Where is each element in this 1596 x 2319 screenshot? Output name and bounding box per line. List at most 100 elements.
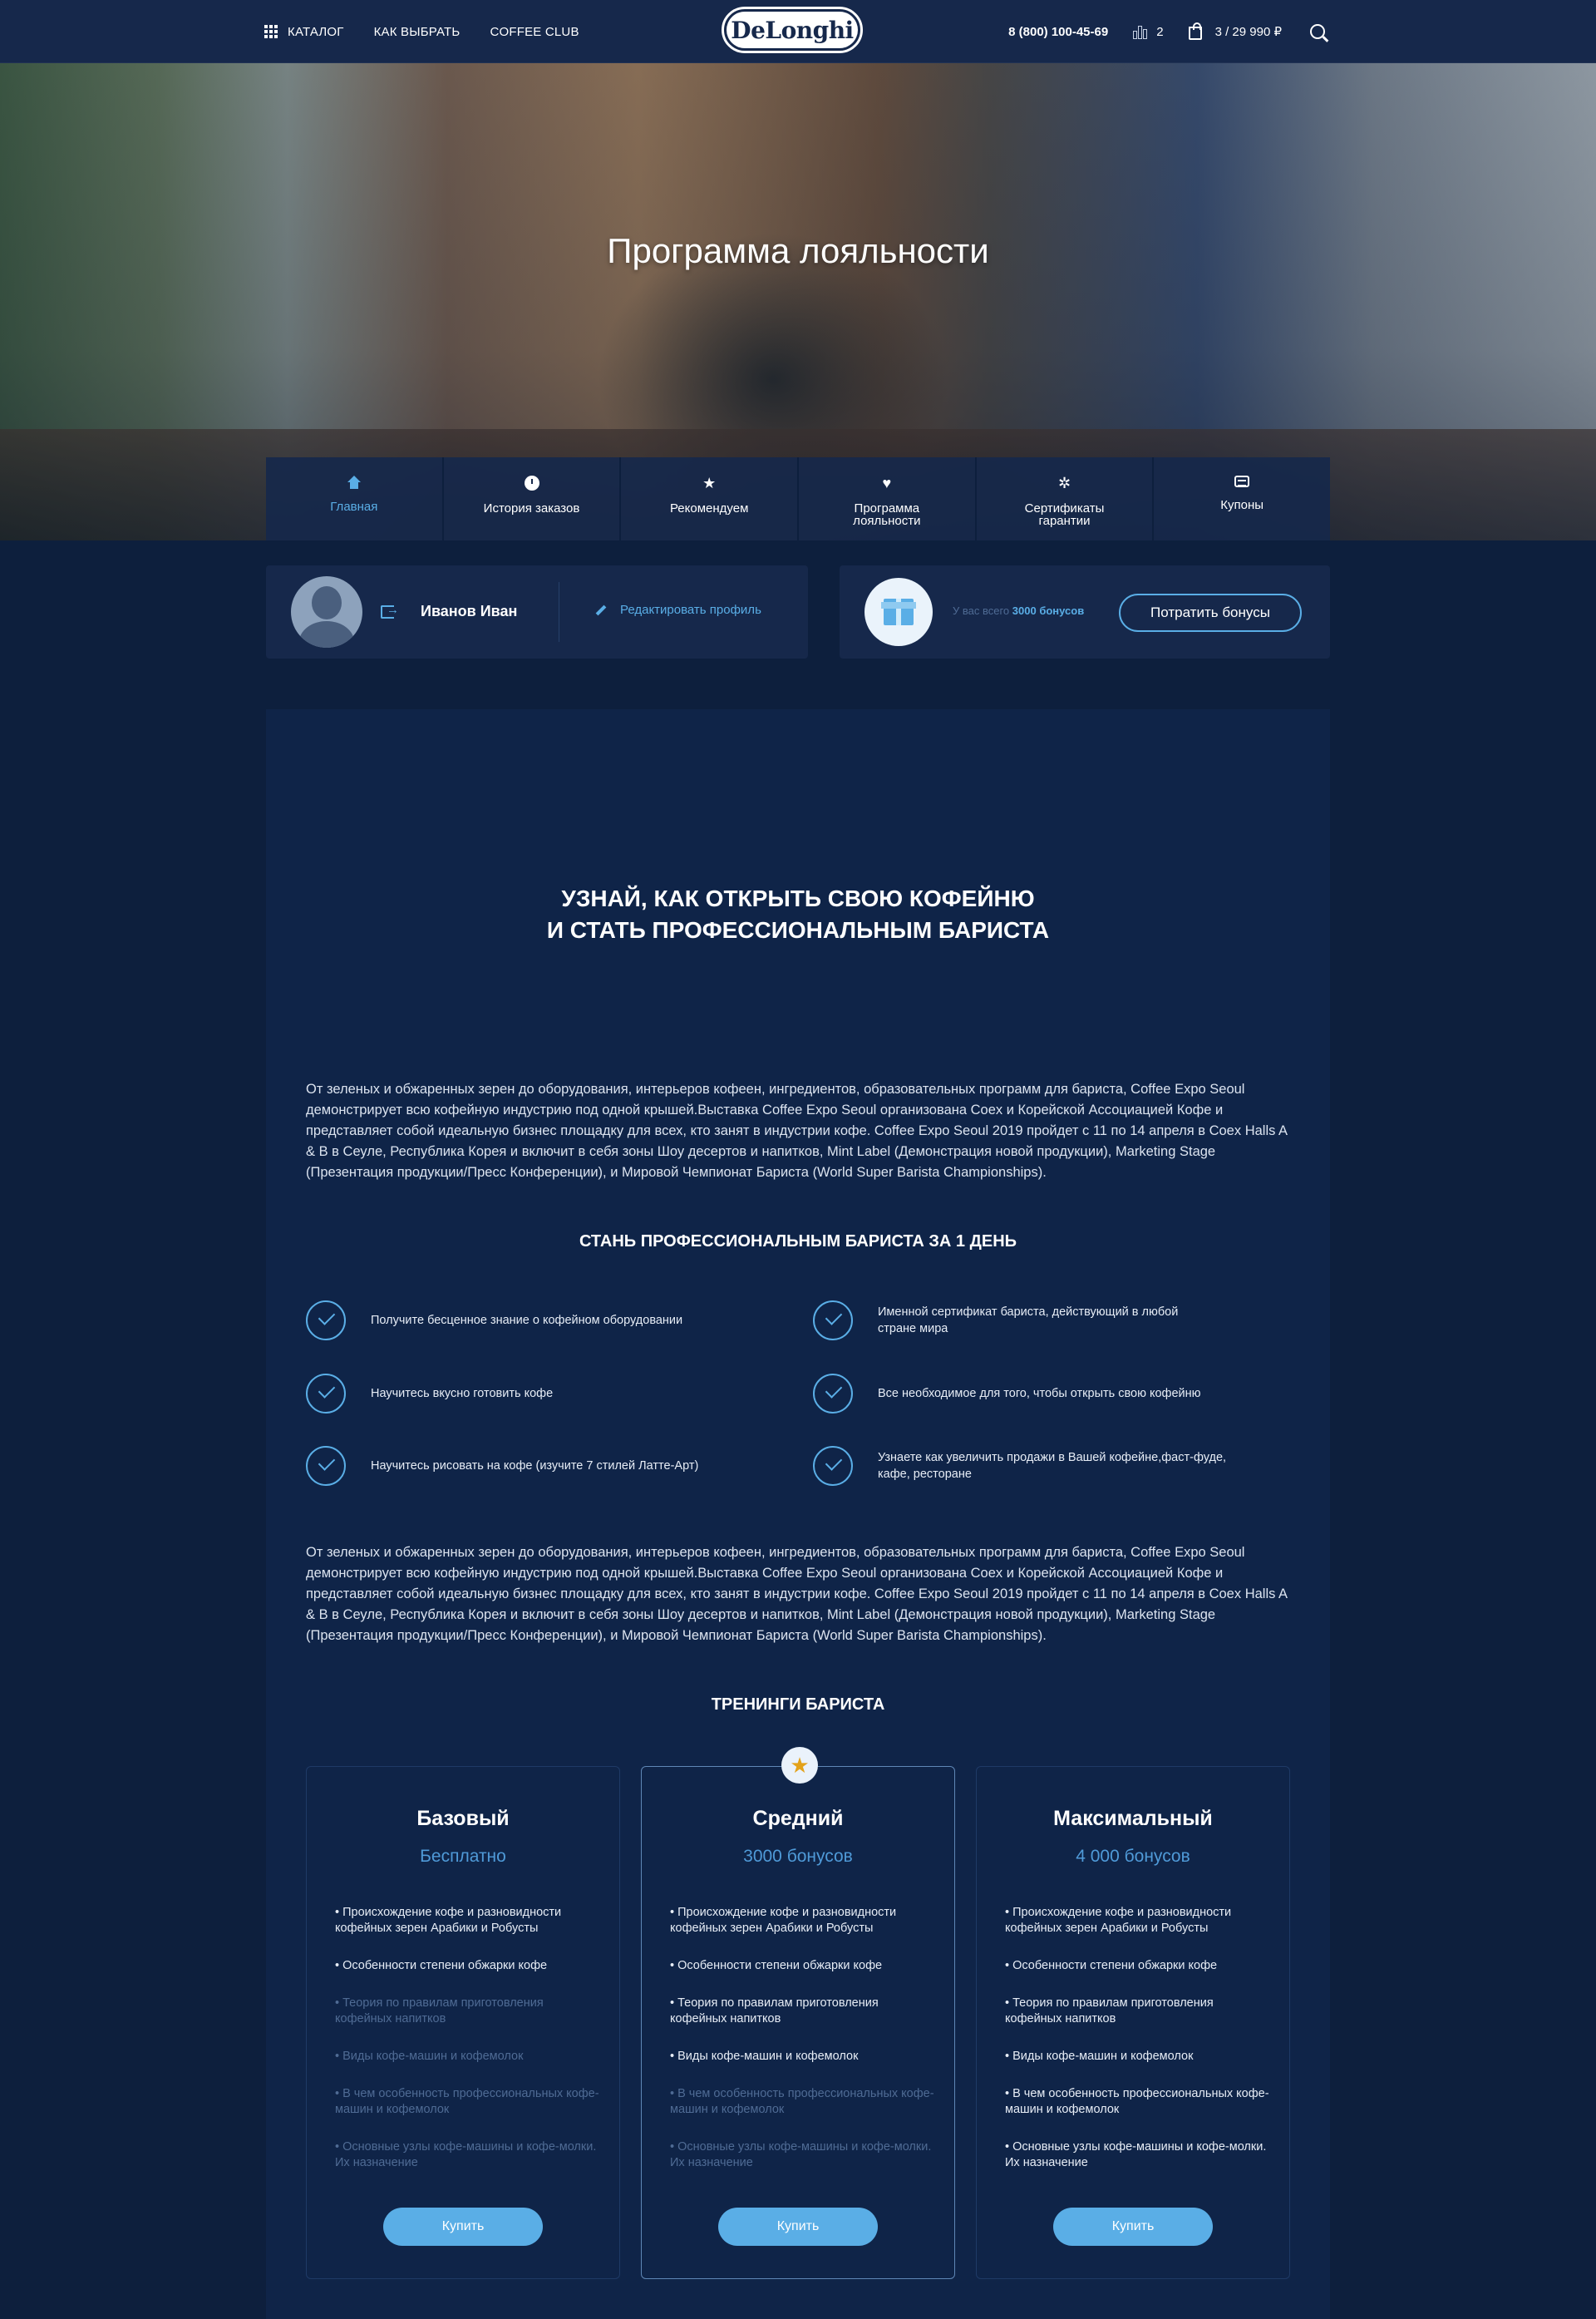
star-icon: ★: [702, 475, 717, 491]
buy-button[interactable]: Купить: [383, 2208, 543, 2246]
tab-coupons-label: Купоны: [1220, 498, 1264, 512]
plan-feature: Происхождение кофе и разновидности кофей…: [1005, 1905, 1271, 1937]
bonus-card: У вас всего 3000 бонусов Потратить бонус…: [840, 565, 1330, 659]
tab-loyalty-label: Программа лояльности: [853, 501, 921, 528]
plan-feature: Виды кофе-машин и кофемолок: [670, 2049, 936, 2065]
compare-button[interactable]: 2: [1133, 24, 1164, 39]
intro-paragraph: От зеленых и обжаренных зерен до оборудо…: [306, 1082, 1288, 1180]
plan-features: Происхождение кофе и разновидности кофей…: [335, 1905, 601, 2193]
plan-features: Происхождение кофе и разновидности кофей…: [1005, 1905, 1271, 2193]
coupon-icon: [1234, 476, 1250, 487]
benefit-text: Именной сертификат бариста, действующий …: [878, 1305, 1179, 1335]
main-nav: КАТАЛОГ КАК ВЫБРАТЬ COFFEE CLUB: [264, 0, 609, 63]
star-icon: ★: [781, 1747, 818, 1784]
compare-icon: [1133, 24, 1148, 39]
plan-feature: Происхождение кофе и разновидности кофей…: [670, 1905, 936, 1937]
spend-bonuses-button[interactable]: Потратить бонусы: [1119, 594, 1302, 632]
avatar[interactable]: [291, 576, 362, 648]
user-name: Иванов Иван: [421, 603, 518, 619]
plan-feature: Теория по правилам приготовления кофейны…: [335, 1996, 601, 2027]
benefit-text: Научитесь рисовать на кофе (изучите 7 ст…: [371, 1459, 699, 1473]
plan-price: 4 000 бонусов: [1076, 1847, 1190, 1866]
tab-recommended-label: Рекомендуем: [669, 501, 749, 516]
plan-feature: Основные узлы кофе-машины и кофе-молки. …: [1005, 2139, 1271, 2171]
nav-coffee-club[interactable]: COFFEE CLUB: [490, 25, 579, 39]
plan-name: Средний: [752, 1807, 844, 1830]
bonus-prefix: У вас всего: [953, 604, 1010, 617]
logout-icon[interactable]: [381, 603, 399, 619]
benefit-item: Все необходимое для того, чтобы открыть …: [813, 1374, 1227, 1414]
plan-features: Происхождение кофе и разновидности кофей…: [670, 1905, 936, 2193]
tab-order-history-label: История заказов: [483, 501, 580, 516]
tab-warranty-label: Сертификаты гарантии: [1024, 501, 1105, 528]
plan-name: Базовый: [416, 1807, 510, 1830]
plan-feature: Виды кофе-машин и кофемолок: [335, 2049, 601, 2065]
tab-warranty-certificates[interactable]: ✲ Сертификаты гарантии: [976, 457, 1155, 540]
gear-icon: ✲: [1057, 475, 1071, 491]
plan-price: 3000 бонусов: [743, 1847, 853, 1866]
compare-count: 2: [1156, 25, 1164, 39]
check-circle-icon: [813, 1300, 853, 1340]
benefits-title: СТАНЬ ПРОФЕССИОНАЛЬНЫМ БАРИСТА ЗА 1 ДЕНЬ: [579, 1232, 1017, 1251]
benefit-text: Научитесь вкусно готовить кофе: [371, 1387, 554, 1400]
benefit-item: Научитесь рисовать на кофе (изучите 7 ст…: [306, 1446, 720, 1486]
user-profile-card: Иванов Иван Редактировать профиль: [266, 565, 808, 659]
shopping-bag-icon: [1188, 22, 1202, 40]
trainings-title: ТРЕНИНГИ БАРИСТА: [711, 1695, 885, 1714]
tab-loyalty[interactable]: ♥ Программа лояльности: [799, 457, 977, 540]
plan-feature: В чем особенность профессиональных кофе-…: [1005, 2086, 1271, 2118]
nav-catalog-label: КАТАЛОГ: [288, 24, 344, 39]
cart-button[interactable]: 3 / 29 990 ₽: [1188, 22, 1282, 40]
plan-feature: Происхождение кофе и разновидности кофей…: [335, 1905, 601, 1937]
page-title: Программа лояльности: [607, 231, 989, 270]
plan-feature: Виды кофе-машин и кофемолок: [1005, 2049, 1271, 2065]
bonus-balance: У вас всего 3000 бонусов: [953, 604, 1084, 617]
search-icon[interactable]: [1310, 24, 1325, 39]
headline-line-2: И СТАТЬ ПРОФЕССИОНАЛЬНЫМ БАРИСТА: [546, 917, 1050, 943]
cart-summary: 3 / 29 990 ₽: [1214, 25, 1282, 39]
edit-profile-link[interactable]: Редактировать профиль: [595, 603, 761, 617]
bonus-amount: 3000 бонусов: [1012, 604, 1085, 617]
edit-profile-label: Редактировать профиль: [620, 603, 761, 617]
plan-feature: Особенности степени обжарки кофе: [670, 1958, 936, 1974]
headline-line-1: УЗНАЙ, КАК ОТКРЫТЬ СВОЮ КОФЕЙНЮ: [561, 886, 1035, 911]
tab-coupons[interactable]: Купоны: [1154, 457, 1331, 540]
clock-icon: [524, 476, 539, 491]
tab-order-history[interactable]: История заказов: [443, 457, 622, 540]
benefit-text: Узнаете как увеличить продажи в Вашей ко…: [878, 1451, 1227, 1481]
plan-feature: Теория по правилам приготовления кофейны…: [1005, 1996, 1271, 2027]
account-tabs: Главная История заказов ★ Рекомендуем ♥ …: [266, 457, 1331, 540]
tab-home-label: Главная: [330, 500, 378, 514]
header-actions: 8 (800) 100-45-69 2 3 / 29 990 ₽: [1008, 0, 1325, 63]
buy-button[interactable]: Купить: [718, 2208, 878, 2246]
gift-icon: [864, 578, 933, 646]
check-circle-icon: [306, 1374, 346, 1414]
plan-price: Бесплатно: [420, 1847, 506, 1866]
top-header: КАТАЛОГ КАК ВЫБРАТЬ COFFEE CLUB DeLonghi…: [0, 0, 1596, 63]
main-headline: УЗНАЙ, КАК ОТКРЫТЬ СВОЮ КОФЕЙНЮ И СТАТЬ …: [0, 883, 1596, 946]
benefit-item: Научитесь вкусно готовить кофе: [306, 1374, 687, 1414]
plan-feature: Основные узлы кофе-машины и кофе-молки. …: [335, 2139, 601, 2171]
pencil-icon: [595, 604, 607, 615]
home-icon: [347, 476, 362, 489]
plan-feature: Теория по правилам приготовления кофейны…: [670, 1996, 936, 2027]
details-paragraph: От зеленых и обжаренных зерен до оборудо…: [306, 1545, 1288, 1643]
benefit-item: Получите бесценное знание о кофейном обо…: [306, 1300, 687, 1340]
plan-feature: Особенности степени обжарки кофе: [335, 1958, 601, 1974]
tab-recommended[interactable]: ★ Рекомендуем: [621, 457, 800, 540]
check-circle-icon: [306, 1446, 346, 1486]
brand-logo[interactable]: DeLonghi: [722, 7, 863, 53]
heart-icon: ♥: [882, 475, 892, 491]
nav-catalog[interactable]: КАТАЛОГ: [264, 25, 344, 39]
plan-feature: Основные узлы кофе-машины и кофе-молки. …: [670, 2139, 936, 2171]
benefit-item: Именной сертификат бариста, действующий …: [813, 1300, 1185, 1340]
plan-feature: В чем особенность профессиональных кофе-…: [670, 2086, 936, 2118]
buy-button[interactable]: Купить: [1053, 2208, 1213, 2246]
check-circle-icon: [813, 1446, 853, 1486]
check-circle-icon: [306, 1300, 346, 1340]
tab-home[interactable]: Главная: [266, 457, 444, 540]
plan-card-basic: Базовый Бесплатно Происхождение кофе и р…: [306, 1766, 620, 2279]
plan-card-medium: ★ Средний 3000 бонусов Происхождение коф…: [641, 1747, 955, 2279]
nav-how-to-choose[interactable]: КАК ВЫБРАТЬ: [374, 25, 461, 39]
phone-number[interactable]: 8 (800) 100-45-69: [1008, 25, 1108, 39]
